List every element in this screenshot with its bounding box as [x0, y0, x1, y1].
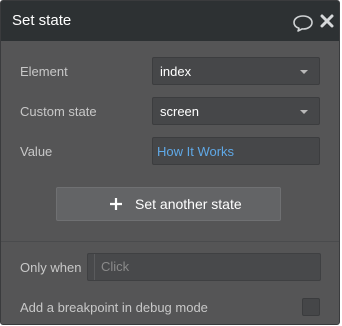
- close-icon[interactable]: [320, 14, 334, 28]
- panel-title: Set state: [12, 12, 72, 29]
- chevron-down-icon: [300, 110, 308, 114]
- element-value: index: [160, 64, 192, 79]
- custom-state-dropdown[interactable]: screen: [152, 97, 320, 125]
- set-another-state-button[interactable]: Set another state: [56, 187, 281, 221]
- set-another-state-label: Set another state: [135, 196, 242, 212]
- custom-state-value: screen: [160, 104, 200, 119]
- chevron-down-icon: [300, 70, 308, 74]
- panel-header: Set state: [1, 1, 339, 41]
- value-label: Value: [20, 144, 53, 159]
- breakpoint-label: Add a breakpoint in debug mode: [20, 300, 208, 315]
- only-when-condition-field[interactable]: Click: [87, 253, 321, 281]
- set-state-panel: Set state Element index Custom state scr…: [0, 0, 340, 325]
- comment-icon[interactable]: [292, 14, 314, 32]
- breakpoint-checkbox[interactable]: [302, 298, 320, 316]
- custom-state-label: Custom state: [20, 104, 97, 119]
- element-label: Element: [20, 64, 68, 79]
- only-when-placeholder: Click: [94, 254, 135, 280]
- plus-icon: [110, 198, 122, 210]
- section-divider: [1, 241, 339, 242]
- element-dropdown[interactable]: index: [152, 57, 320, 85]
- value-expression-field[interactable]: How It Works: [152, 137, 320, 165]
- only-when-label: Only when: [20, 260, 82, 275]
- value-expression[interactable]: How It Works: [157, 144, 234, 160]
